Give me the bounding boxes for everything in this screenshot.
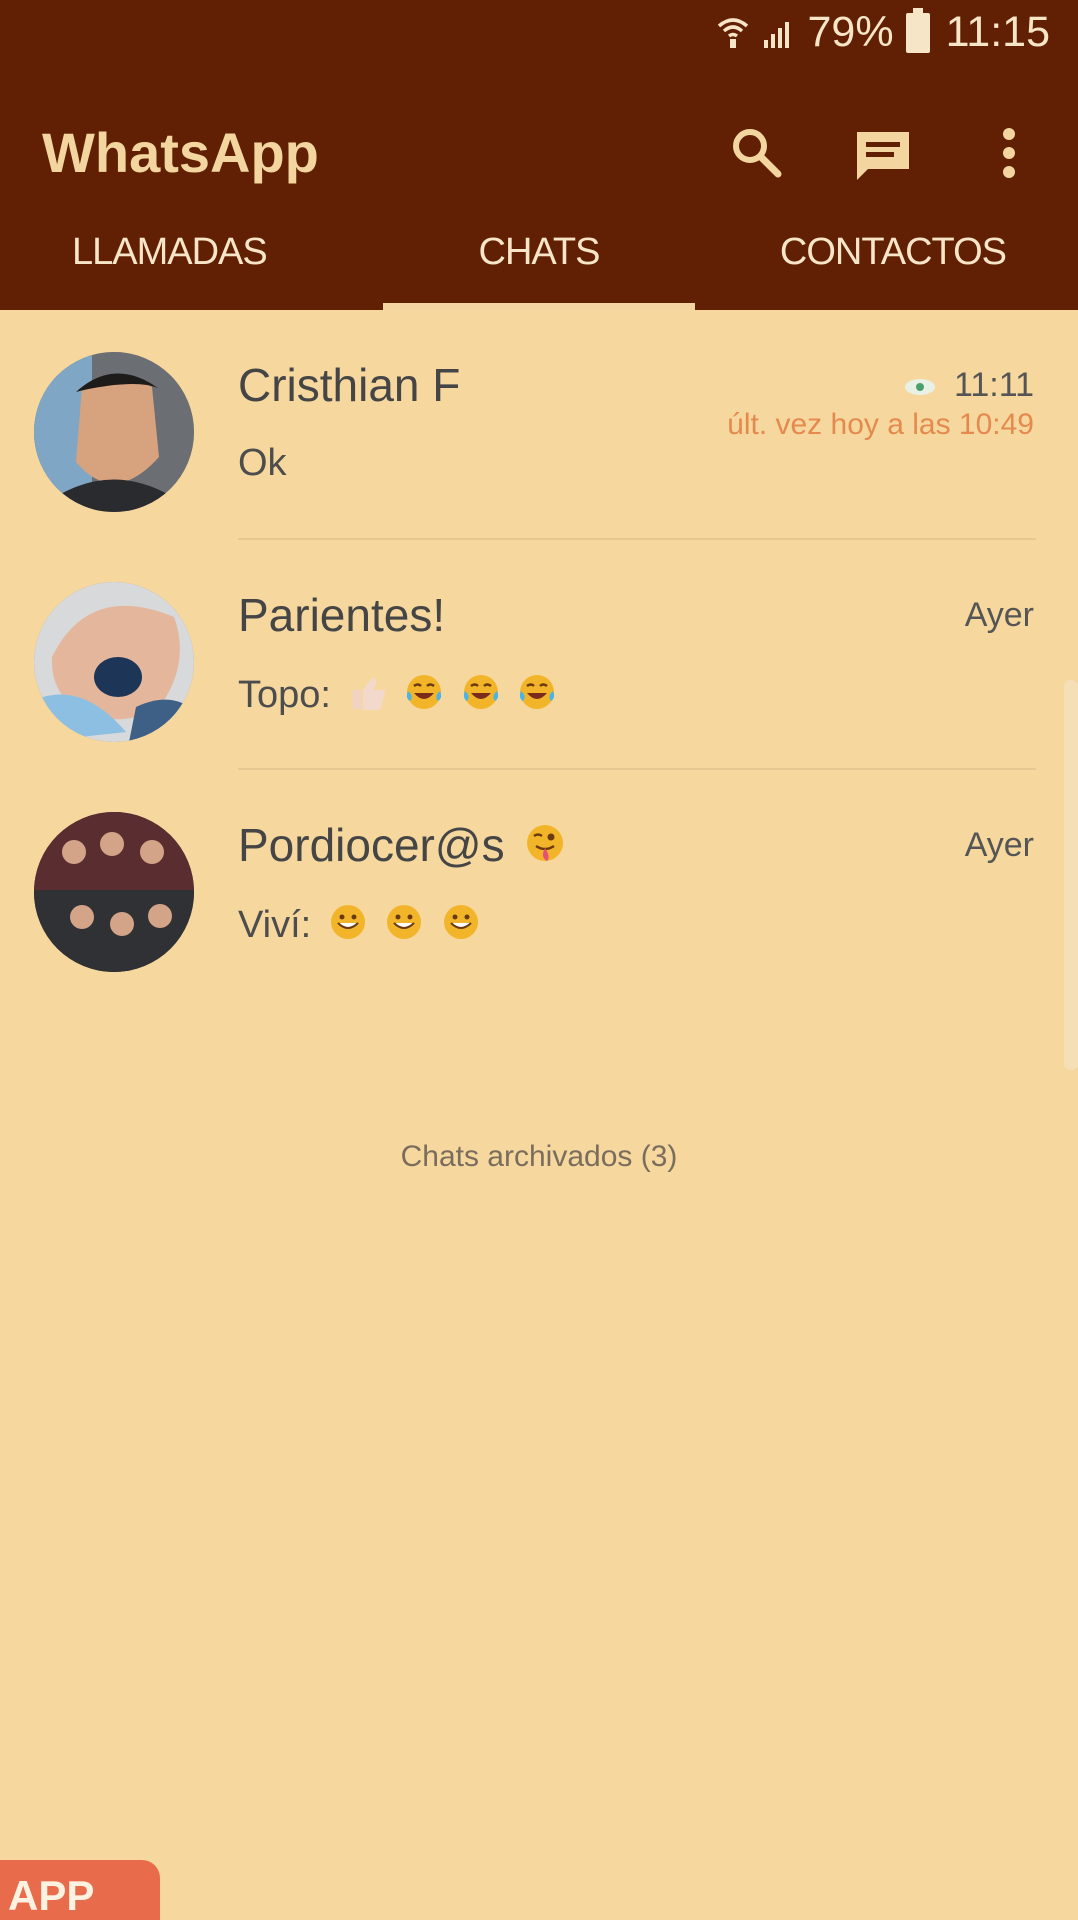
- battery-icon: [905, 7, 930, 53]
- tab-bar: LLAMADAS CHATS CONTACTOS: [0, 194, 1078, 310]
- app-actions: [720, 118, 1046, 192]
- chat-preview: Viví:: [238, 902, 481, 952]
- chat-name: Pordiocer@s: [238, 818, 567, 876]
- search-icon: [728, 124, 786, 186]
- chat-row-parientes[interactable]: Parientes! Ayer Topo:: [0, 540, 1078, 770]
- tears-of-joy-icon: [517, 672, 557, 722]
- tab-llamadas[interactable]: LLAMADAS: [0, 194, 383, 310]
- chat-preview: Topo:: [238, 672, 557, 722]
- avatar: [34, 582, 194, 742]
- chat-row-pordiocers[interactable]: Pordiocer@s Ayer Viví:: [0, 770, 1078, 1000]
- signal-icon: [762, 16, 796, 50]
- archived-chats-link[interactable]: Chats archivados (3): [0, 1140, 1078, 1174]
- new-chat-button[interactable]: [846, 118, 920, 192]
- winking-tongue-icon: [523, 821, 567, 876]
- new-chat-icon: [850, 124, 916, 186]
- status-icons: 79% 11:15: [716, 7, 1050, 57]
- last-seen: últ. vez hoy a las 10:49: [727, 408, 1034, 441]
- chat-time-value: 11:11: [953, 366, 1034, 404]
- chat-preview-text: Viví:: [238, 904, 312, 947]
- grinning-face-icon: [328, 902, 368, 952]
- chat-name: Cristhian F: [238, 359, 461, 411]
- chat-preview: Ok: [238, 442, 287, 484]
- tab-chats[interactable]: CHATS: [383, 194, 695, 310]
- chat-name-text: Pordiocer@s: [238, 819, 505, 871]
- more-icon: [999, 124, 1019, 186]
- chat-time: 11:11: [904, 366, 1034, 405]
- clock: 11:15: [945, 8, 1050, 56]
- tears-of-joy-icon: [404, 672, 444, 722]
- bottom-chip: APP: [0, 1860, 160, 1920]
- grinning-face-icon: [441, 902, 481, 952]
- app-bar: WhatsApp LLAMADAS CHATS CONTACTOS: [0, 70, 1078, 310]
- more-options-button[interactable]: [972, 118, 1046, 192]
- chat-row-cristhian[interactable]: Cristhian F 11:11 últ. vez hoy a las 10:…: [0, 310, 1078, 540]
- tears-of-joy-icon: [461, 672, 501, 722]
- thumbs-up-icon: [348, 672, 388, 722]
- grinning-face-icon: [384, 902, 424, 952]
- battery-percent: 79%: [807, 8, 894, 56]
- app-title: WhatsApp: [42, 121, 319, 184]
- search-button[interactable]: [720, 118, 794, 192]
- chat-time: Ayer: [964, 596, 1034, 634]
- chat-time: Ayer: [964, 826, 1034, 864]
- avatar: [34, 352, 194, 512]
- scroll-indicator[interactable]: [1064, 680, 1078, 1070]
- avatar: [34, 812, 194, 972]
- status-bar: 79% 11:15: [0, 0, 1078, 70]
- wifi-icon: [716, 16, 750, 50]
- chat-name: Parientes!: [238, 589, 446, 641]
- chat-preview-text: Topo:: [238, 674, 331, 717]
- tab-contactos[interactable]: CONTACTOS: [695, 194, 1078, 310]
- eye-icon: [904, 379, 935, 396]
- chat-list: Cristhian F 11:11 últ. vez hoy a las 10:…: [0, 310, 1078, 1000]
